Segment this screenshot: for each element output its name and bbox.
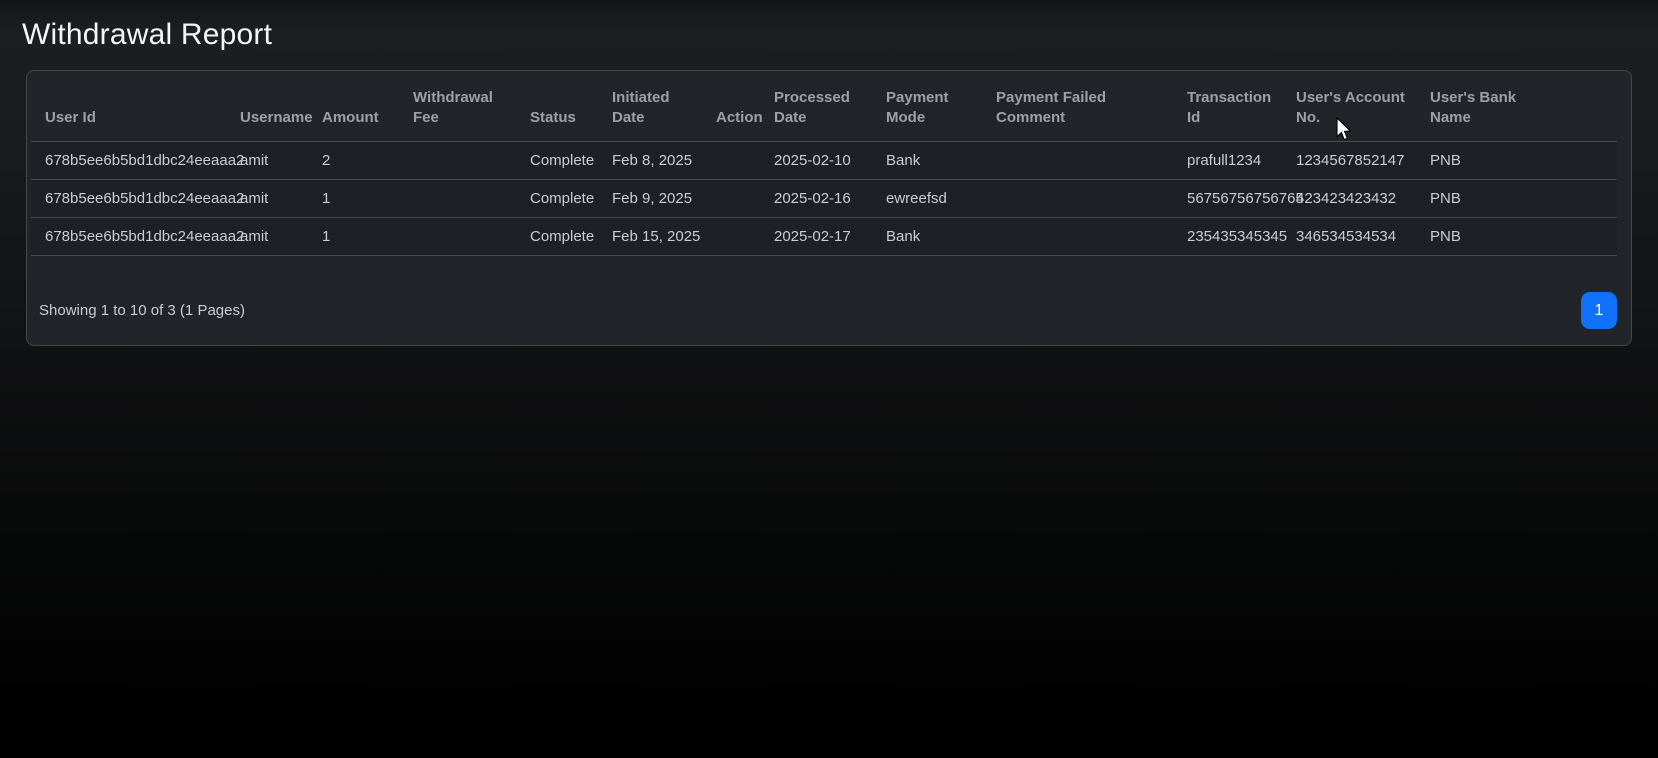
table-body: 678b5ee6b5bd1dbc24eeaaa2amit2 CompleteFeb… [31,142,1617,256]
column-header-payment_failed_comment: Payment Failed Comment [988,75,1179,142]
cell-username: amit [232,142,314,180]
cell-amount: 1 [314,218,405,256]
column-header-label: Processed Date [774,88,864,128]
column-header-label: Amount [322,108,379,128]
cell-withdrawal_fee [405,218,522,256]
cell-status: Complete [522,142,604,180]
cell-initiated_date: Feb 15, 2025 [604,218,708,256]
page: Withdrawal Report User Id Username Amount W… [0,0,1658,346]
cell-status: Complete [522,218,604,256]
withdrawal-table-wrap: User Id Username Amount Withdrawal Fee Statu… [31,75,1617,256]
column-header-processed_date: Processed Date [766,75,878,142]
pagination: 1 [1581,292,1617,329]
column-header-amount: Amount [314,75,405,142]
column-header-initiated_date: Initiated Date [604,75,708,142]
column-header-transaction_id: Transaction Id [1179,75,1288,142]
cell-users_account_no: 1234567852147 [1288,142,1422,180]
pagination-summary: Showing 1 to 10 of 3 (1 Pages) [39,302,245,319]
column-header-users_bank_name: User's Bank Name [1422,75,1617,142]
column-header-label: Username [240,108,313,128]
cell-users_account_no: 423423423432 [1288,180,1422,218]
cell-processed_date: 2025-02-17 [766,218,878,256]
column-header-action: Action [708,75,766,142]
column-header-withdrawal_fee: Withdrawal Fee [405,75,522,142]
column-header-label: Transaction Id [1187,88,1280,128]
cell-payment_failed_comment [988,180,1179,218]
column-header-user_id: User Id [31,75,232,142]
cell-amount: 1 [314,180,405,218]
column-header-label: User's Bank Name [1430,88,1525,128]
cell-username: amit [232,218,314,256]
cell-user_id: 678b5ee6b5bd1dbc24eeaaa2 [31,142,232,180]
cell-processed_date: 2025-02-10 [766,142,878,180]
cell-transaction_id: 56756756756765 [1179,180,1288,218]
cell-initiated_date: Feb 8, 2025 [604,142,708,180]
table-row: 678b5ee6b5bd1dbc24eeaaa2amit2 CompleteFeb… [31,142,1617,180]
column-header-label: User Id [45,108,96,128]
cell-withdrawal_fee [405,180,522,218]
cell-initiated_date: Feb 9, 2025 [604,180,708,218]
column-header-username: Username [232,75,314,142]
cell-users_account_no: 346534534534 [1288,218,1422,256]
page-title: Withdrawal Report [22,18,1658,52]
cell-action [708,142,766,180]
cell-withdrawal_fee [405,142,522,180]
withdrawal-table: User Id Username Amount Withdrawal Fee Statu… [31,75,1617,256]
column-header-label: User's Account No. [1296,88,1414,128]
cell-payment_mode: Bank [878,218,988,256]
cell-processed_date: 2025-02-16 [766,180,878,218]
column-header-label: Payment Failed Comment [996,88,1124,128]
cell-payment_mode: Bank [878,142,988,180]
column-header-users_account_no: User's Account No. [1288,75,1422,142]
cell-status: Complete [522,180,604,218]
table-row: 678b5ee6b5bd1dbc24eeaaa2amit1 CompleteFeb… [31,180,1617,218]
column-header-label: Withdrawal Fee [413,88,505,128]
cell-users_bank_name: PNB [1422,180,1617,218]
column-header-label: Initiated Date [612,88,684,128]
cell-user_id: 678b5ee6b5bd1dbc24eeaaa2 [31,218,232,256]
column-header-label: Status [530,108,576,128]
cell-action [708,180,766,218]
cell-transaction_id: 235435345345 [1179,218,1288,256]
column-header-label: Action [716,108,763,128]
pagination-page-1-button[interactable]: 1 [1581,292,1617,329]
cell-action [708,218,766,256]
table-header-row: User Id Username Amount Withdrawal Fee Statu… [31,75,1617,142]
table-row: 678b5ee6b5bd1dbc24eeaaa2amit1 CompleteFeb… [31,218,1617,256]
cell-user_id: 678b5ee6b5bd1dbc24eeaaa2 [31,180,232,218]
cell-transaction_id: prafull1234 [1179,142,1288,180]
table-head: User Id Username Amount Withdrawal Fee Statu… [31,75,1617,142]
cell-payment_failed_comment [988,218,1179,256]
cell-payment_mode: ewreefsd [878,180,988,218]
table-footer: Showing 1 to 10 of 3 (1 Pages) 1 [31,292,1617,329]
cell-users_bank_name: PNB [1422,142,1617,180]
column-header-status: Status [522,75,604,142]
cell-users_bank_name: PNB [1422,218,1617,256]
column-header-label: Payment Mode [886,88,966,128]
cell-payment_failed_comment [988,142,1179,180]
column-header-payment_mode: Payment Mode [878,75,988,142]
cell-amount: 2 [314,142,405,180]
cell-username: amit [232,180,314,218]
withdrawal-report-card: User Id Username Amount Withdrawal Fee Statu… [26,70,1632,346]
